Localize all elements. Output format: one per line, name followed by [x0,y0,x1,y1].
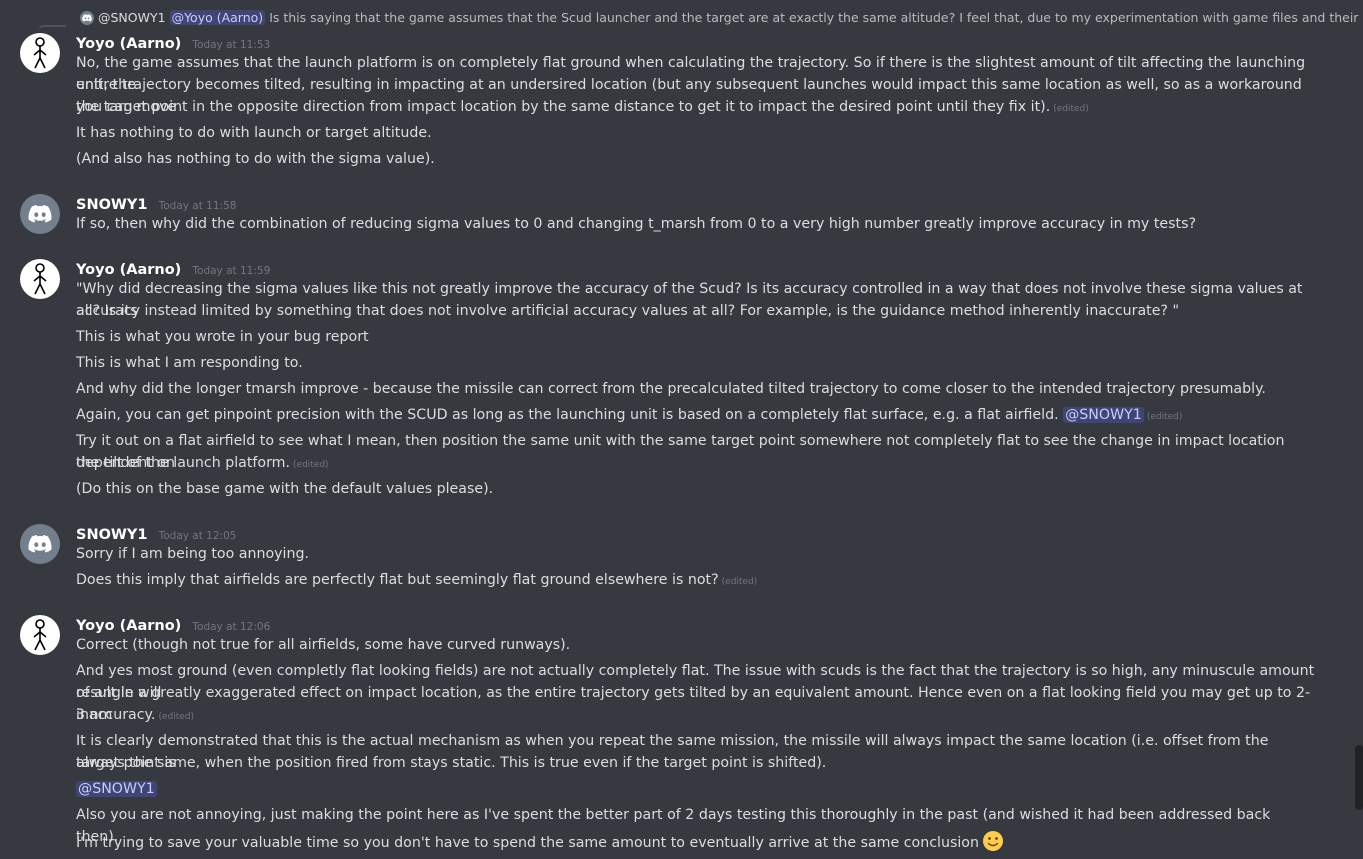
edited-tag: (edited) [721,577,758,587]
message-line: Again, you can get pinpoint precision wi… [76,404,1316,428]
message-text: inaccuracy. [76,707,156,723]
slightly-smiling-face-icon[interactable] [982,830,1004,852]
message-header: Yoyo (Aarno) Today at 11:53 [76,33,270,52]
message-line: If so, then why did the combination of r… [76,216,1196,232]
message-line: (Do this on the base game with the defau… [76,481,494,497]
message-line: It has nothing to do with launch or targ… [76,125,432,141]
message-header: SNOWY1 Today at 11:58 [76,194,236,213]
message-line: This is what you wrote in your bug repor… [76,329,369,345]
stick-figure-avatar-icon[interactable] [20,615,60,655]
timestamp[interactable]: Today at 12:06 [192,621,270,633]
message-line: inaccuracy. (edited) [76,704,1316,728]
discord-logo-avatar-icon[interactable] [20,194,60,234]
message-line: (And also has nothing to do with the sig… [76,151,435,167]
message-text: Does this imply that airfields are perfe… [76,572,719,588]
timestamp[interactable]: Today at 12:05 [159,530,237,542]
discord-logo-avatar-icon[interactable] [20,524,60,564]
message-line: And why did the longer tmarsh improve - … [76,381,1266,397]
edited-tag: (edited) [293,460,329,470]
reply-mention[interactable]: @Yoyo (Aarno) [169,10,266,25]
reply-preview[interactable]: @SNOWY1 @Yoyo (Aarno) Is this saying tha… [0,8,1363,28]
scrollbar-thumb[interactable] [1355,745,1363,810]
message-text: the tilt of the launch platform. [76,455,291,471]
stick-figure-avatar-icon[interactable] [20,259,60,299]
author-name[interactable]: Yoyo (Aarno) [76,618,181,634]
message-line: Sorry if I am being too annoying. [76,546,309,562]
message-line: Correct (though not true for all airfiel… [76,637,571,653]
edited-tag: (edited) [1146,412,1183,422]
timestamp[interactable]: Today at 11:58 [159,200,237,212]
discord-mini-avatar-icon [80,10,94,25]
message-text: I'm trying to save your valuable time so… [76,835,979,851]
message-line: Does this imply that airfields are perfe… [76,569,1316,593]
timestamp[interactable]: Today at 11:59 [192,265,270,277]
author-name[interactable]: Yoyo (Aarno) [76,36,181,52]
message-line: This is what I am responding to. [76,355,303,371]
message-header: Yoyo (Aarno) Today at 12:06 [76,615,270,634]
edited-tag: (edited) [158,712,194,722]
message-line: I'm trying to save your valuable time so… [76,830,1316,854]
message-text: Again, you can get pinpoint precision wi… [76,407,1059,423]
author-name[interactable]: Yoyo (Aarno) [76,262,181,278]
author-name[interactable]: SNOWY1 [76,197,148,213]
message-line: @SNOWY1 [76,778,1316,800]
message-line: always the same, when the position fired… [76,755,827,771]
reply-text[interactable]: Is this saying that the game assumes tha… [269,10,1363,25]
user-mention[interactable]: @SNOWY1 [76,781,157,797]
reply-spine [38,25,66,28]
reply-author[interactable]: @SNOWY1 [98,10,166,25]
stick-figure-avatar-icon[interactable] [20,33,60,73]
timestamp[interactable]: Today at 11:53 [192,39,270,51]
author-name[interactable]: SNOWY1 [76,527,148,543]
message-text: the target point in the opposite directi… [76,99,1051,115]
edited-tag: (edited) [1053,104,1089,114]
user-mention[interactable]: @SNOWY1 [1063,407,1144,423]
message-line: the target point in the opposite directi… [76,96,1316,120]
message-line: accuracy instead limited by something th… [76,303,1179,319]
message-line: the tilt of the launch platform. (edited) [76,452,1316,476]
message-header: Yoyo (Aarno) Today at 11:59 [76,259,270,278]
message-header: SNOWY1 Today at 12:05 [76,524,236,543]
reply-content[interactable]: @SNOWY1 @Yoyo (Aarno) Is this saying tha… [80,10,1363,25]
